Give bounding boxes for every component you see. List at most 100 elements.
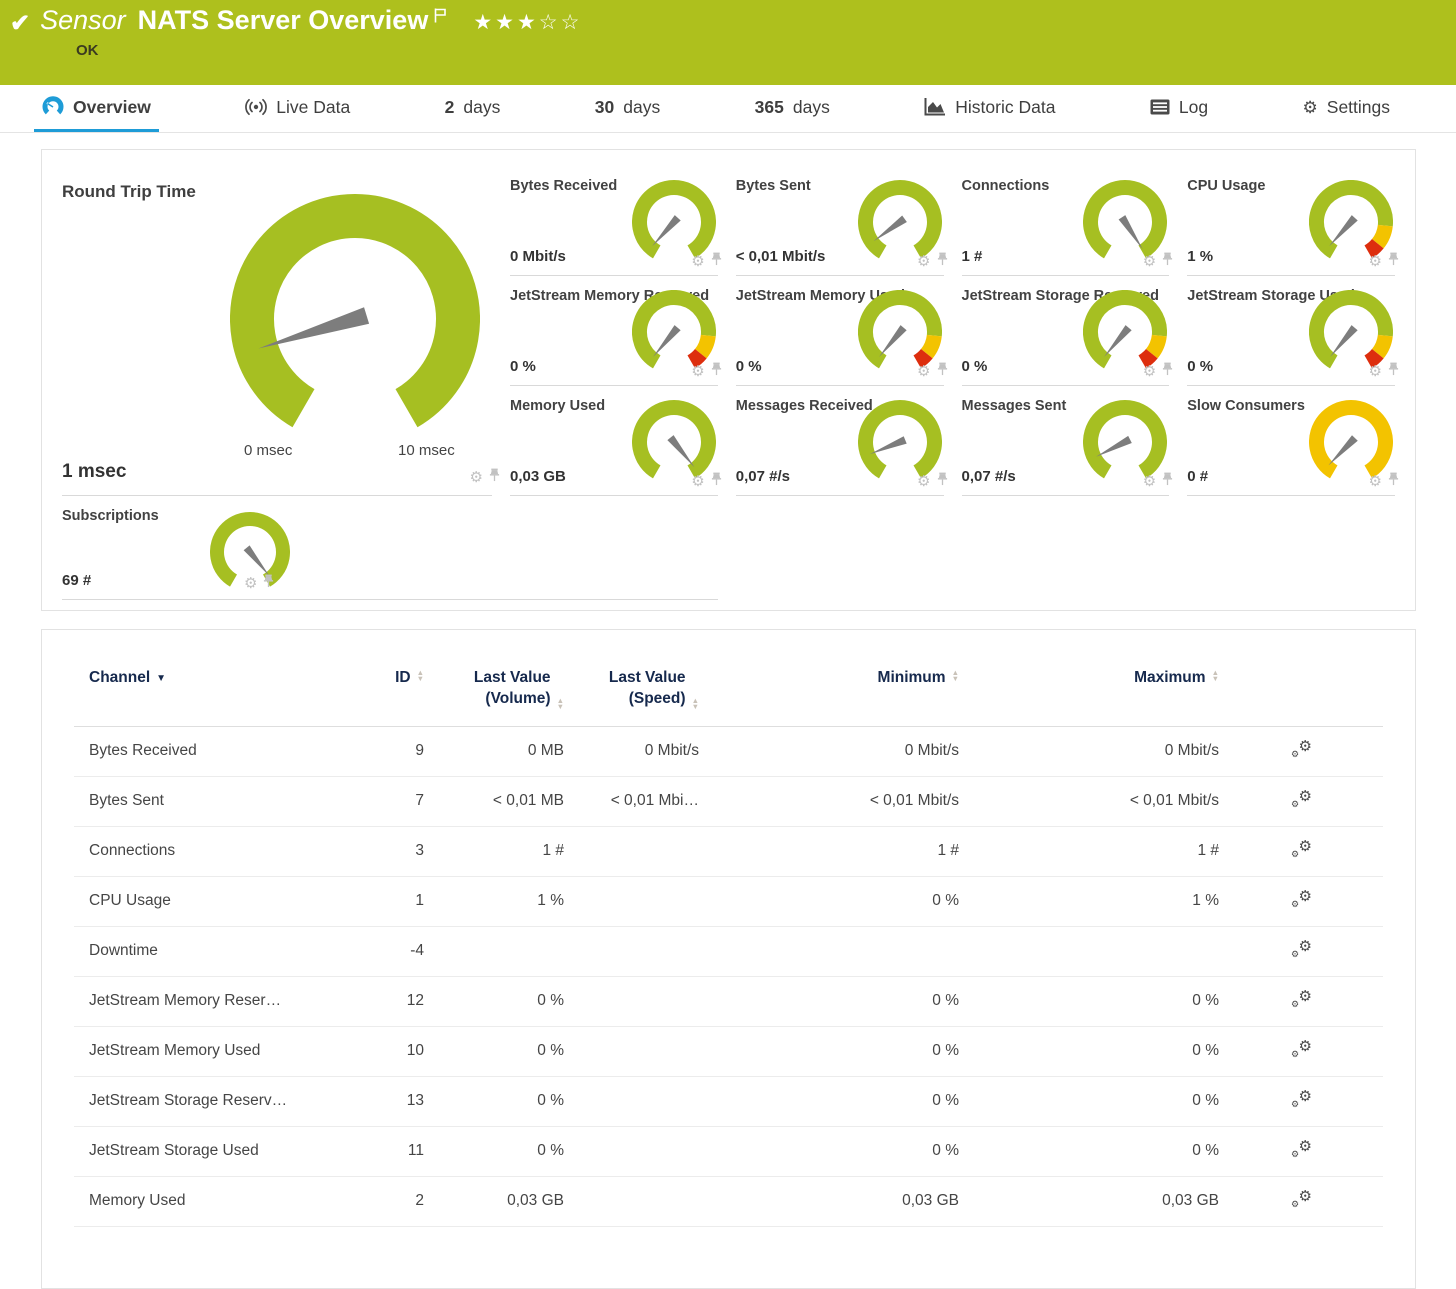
pin-icon[interactable] <box>711 252 722 271</box>
gear-icon[interactable]: ⚙ <box>917 474 930 489</box>
pin-icon[interactable] <box>1162 362 1173 381</box>
tab-2-days[interactable]: 2days <box>437 85 509 132</box>
column-header-last-value-volume[interactable]: Last Value(Volume) ▲▼ <box>424 668 564 710</box>
gear-icon[interactable]: ⚙ <box>691 474 704 489</box>
gauge-actions: ⚙ <box>1369 472 1399 491</box>
gear-icon[interactable]: ⚙ <box>1369 474 1382 489</box>
gauge-actions: ⚙ <box>691 362 721 381</box>
channel-settings-icon[interactable]: ⚙⚙ <box>1290 1140 1312 1158</box>
pin-icon[interactable] <box>1388 472 1399 491</box>
priority-flag-icon[interactable] <box>434 8 447 28</box>
settings-gear-icon: ⚙ <box>1303 99 1318 116</box>
column-header-minimum[interactable]: Minimum ▲▼ <box>699 668 959 710</box>
column-header-maximum[interactable]: Maximum ▲▼ <box>959 668 1219 710</box>
tab-label: Historic Data <box>955 97 1055 118</box>
gear-icon[interactable]: ⚙ <box>1143 254 1156 269</box>
cell-channel[interactable]: Downtime <box>74 942 369 960</box>
cell-last-value-volume: 0,03 GB <box>424 1192 564 1210</box>
pin-icon[interactable] <box>937 362 948 381</box>
cell-minimum: 0,03 GB <box>699 1192 959 1210</box>
cell-maximum: 0 % <box>959 992 1219 1010</box>
pin-icon[interactable] <box>489 468 500 487</box>
gear-icon[interactable]: ⚙ <box>691 364 704 379</box>
tab-historic-data[interactable]: Historic Data <box>916 85 1063 132</box>
sort-desc-icon: ▼ <box>156 672 166 686</box>
channel-settings-icon[interactable]: ⚙⚙ <box>1290 890 1312 908</box>
channel-settings-icon[interactable]: ⚙⚙ <box>1290 990 1312 1008</box>
tab-log[interactable]: Log <box>1142 85 1216 132</box>
gear-icon[interactable]: ⚙ <box>1143 364 1156 379</box>
gear-icon[interactable]: ⚙ <box>1143 474 1156 489</box>
pin-icon[interactable] <box>1162 472 1173 491</box>
gauge-card-jetstream-storage-used[interactable]: JetStream Storage Used0 %⚙ <box>1187 276 1395 386</box>
tab-30-days[interactable]: 30days <box>587 85 668 132</box>
channel-settings-icon[interactable]: ⚙⚙ <box>1290 1040 1312 1058</box>
cell-last-value-volume: < 0,01 MB <box>424 792 564 810</box>
channel-settings-icon[interactable]: ⚙⚙ <box>1290 740 1312 758</box>
gear-icon[interactable]: ⚙ <box>470 470 483 485</box>
gauge-card-connections[interactable]: Connections1 #⚙ <box>962 166 1170 276</box>
table-row-jetstream-memory-used: JetStream Memory Used100 %0 %0 %⚙⚙ <box>74 1027 1383 1077</box>
gear-icon[interactable]: ⚙ <box>244 576 257 591</box>
pin-icon[interactable] <box>1388 362 1399 381</box>
tab-settings[interactable]: ⚙Settings <box>1295 85 1398 132</box>
pin-icon[interactable] <box>937 252 948 271</box>
gauge-card-bytes-received[interactable]: Bytes Received0 Mbit/s⚙ <box>510 166 718 276</box>
cell-channel[interactable]: CPU Usage <box>74 892 369 910</box>
cell-id: 1 <box>369 892 424 910</box>
gear-icon[interactable]: ⚙ <box>691 254 704 269</box>
cell-last-value-volume: 0 % <box>424 1042 564 1060</box>
channel-settings-icon[interactable]: ⚙⚙ <box>1290 1090 1312 1108</box>
gauge-value: 1 # <box>962 248 983 265</box>
cell-channel[interactable]: JetStream Storage Used <box>74 1142 369 1160</box>
cell-channel[interactable]: JetStream Storage Reserv… <box>74 1092 369 1110</box>
gauge-card-jetstream-memory-used[interactable]: JetStream Memory Used0 %⚙ <box>736 276 944 386</box>
gauge-card-memory-used[interactable]: Memory Used0,03 GB⚙ <box>510 386 718 496</box>
column-header-last-value-speed[interactable]: Last Value(Speed) ▲▼ <box>564 668 699 710</box>
gauge-actions: ⚙ <box>1369 362 1399 381</box>
pin-icon[interactable] <box>937 472 948 491</box>
cell-channel[interactable]: Memory Used <box>74 1192 369 1210</box>
gauge-card-round-trip-time[interactable]: Round Trip Time 0 msec 10 msec 1 msec ⚙ <box>62 166 492 496</box>
gauge-card-messages-received[interactable]: Messages Received0,07 #/s⚙ <box>736 386 944 496</box>
gauge-card-subscriptions[interactable]: Subscriptions 69 # ⚙ <box>62 496 718 600</box>
cell-channel[interactable]: Connections <box>74 842 369 860</box>
pin-icon[interactable] <box>1162 252 1173 271</box>
gauge-card-messages-sent[interactable]: Messages Sent0,07 #/s⚙ <box>962 386 1170 496</box>
channel-settings-icon[interactable]: ⚙⚙ <box>1290 840 1312 858</box>
sensor-header: ✔ Sensor NATS Server Overview ★★★☆☆ OK <box>0 0 1456 85</box>
cell-channel[interactable]: Bytes Sent <box>74 792 369 810</box>
pin-icon[interactable] <box>711 472 722 491</box>
cell-channel[interactable]: JetStream Memory Used <box>74 1042 369 1060</box>
star-rating[interactable]: ★★★☆☆ <box>473 10 582 35</box>
gear-icon[interactable]: ⚙ <box>1369 364 1382 379</box>
gauge-card-jetstream-storage-reserved[interactable]: JetStream Storage Reserved0 %⚙ <box>962 276 1170 386</box>
gauge-card-jetstream-memory-reserved[interactable]: JetStream Memory Reserved0 %⚙ <box>510 276 718 386</box>
tab-365-days[interactable]: 365days <box>747 85 838 132</box>
gauge-value: < 0,01 Mbit/s <box>736 248 826 265</box>
column-header-channel[interactable]: Channel ▼ <box>74 668 369 710</box>
tab-overview[interactable]: Overview <box>34 85 159 132</box>
gauge-value: 0 % <box>962 358 988 375</box>
pin-icon[interactable] <box>263 574 274 593</box>
cell-channel[interactable]: Bytes Received <box>74 742 369 760</box>
gear-icon[interactable]: ⚙ <box>1369 254 1382 269</box>
cell-channel[interactable]: JetStream Memory Reser… <box>74 992 369 1010</box>
gear-icon[interactable]: ⚙ <box>917 254 930 269</box>
pin-icon[interactable] <box>1388 252 1399 271</box>
channel-settings-icon[interactable]: ⚙⚙ <box>1290 940 1312 958</box>
gauge-grid: Round Trip Time 0 msec 10 msec 1 msec ⚙ … <box>42 150 1415 610</box>
gauge-actions: ⚙ <box>691 252 721 271</box>
tab-live-data[interactable]: Live Data <box>237 85 358 132</box>
gauge-card-slow-consumers[interactable]: Slow Consumers0 #⚙ <box>1187 386 1395 496</box>
table-row-bytes-sent: Bytes Sent7< 0,01 MB< 0,01 Mbi…< 0,01 Mb… <box>74 777 1383 827</box>
tab-number: 30 <box>595 97 614 118</box>
channel-settings-icon[interactable]: ⚙⚙ <box>1290 1190 1312 1208</box>
cell-last-value-speed: 0 Mbit/s <box>564 742 699 760</box>
gear-icon[interactable]: ⚙ <box>917 364 930 379</box>
column-header-id[interactable]: ID ▲▼ <box>369 668 424 710</box>
gauge-card-bytes-sent[interactable]: Bytes Sent< 0,01 Mbit/s⚙ <box>736 166 944 276</box>
gauge-card-cpu-usage[interactable]: CPU Usage1 %⚙ <box>1187 166 1395 276</box>
channel-settings-icon[interactable]: ⚙⚙ <box>1290 790 1312 808</box>
pin-icon[interactable] <box>711 362 722 381</box>
